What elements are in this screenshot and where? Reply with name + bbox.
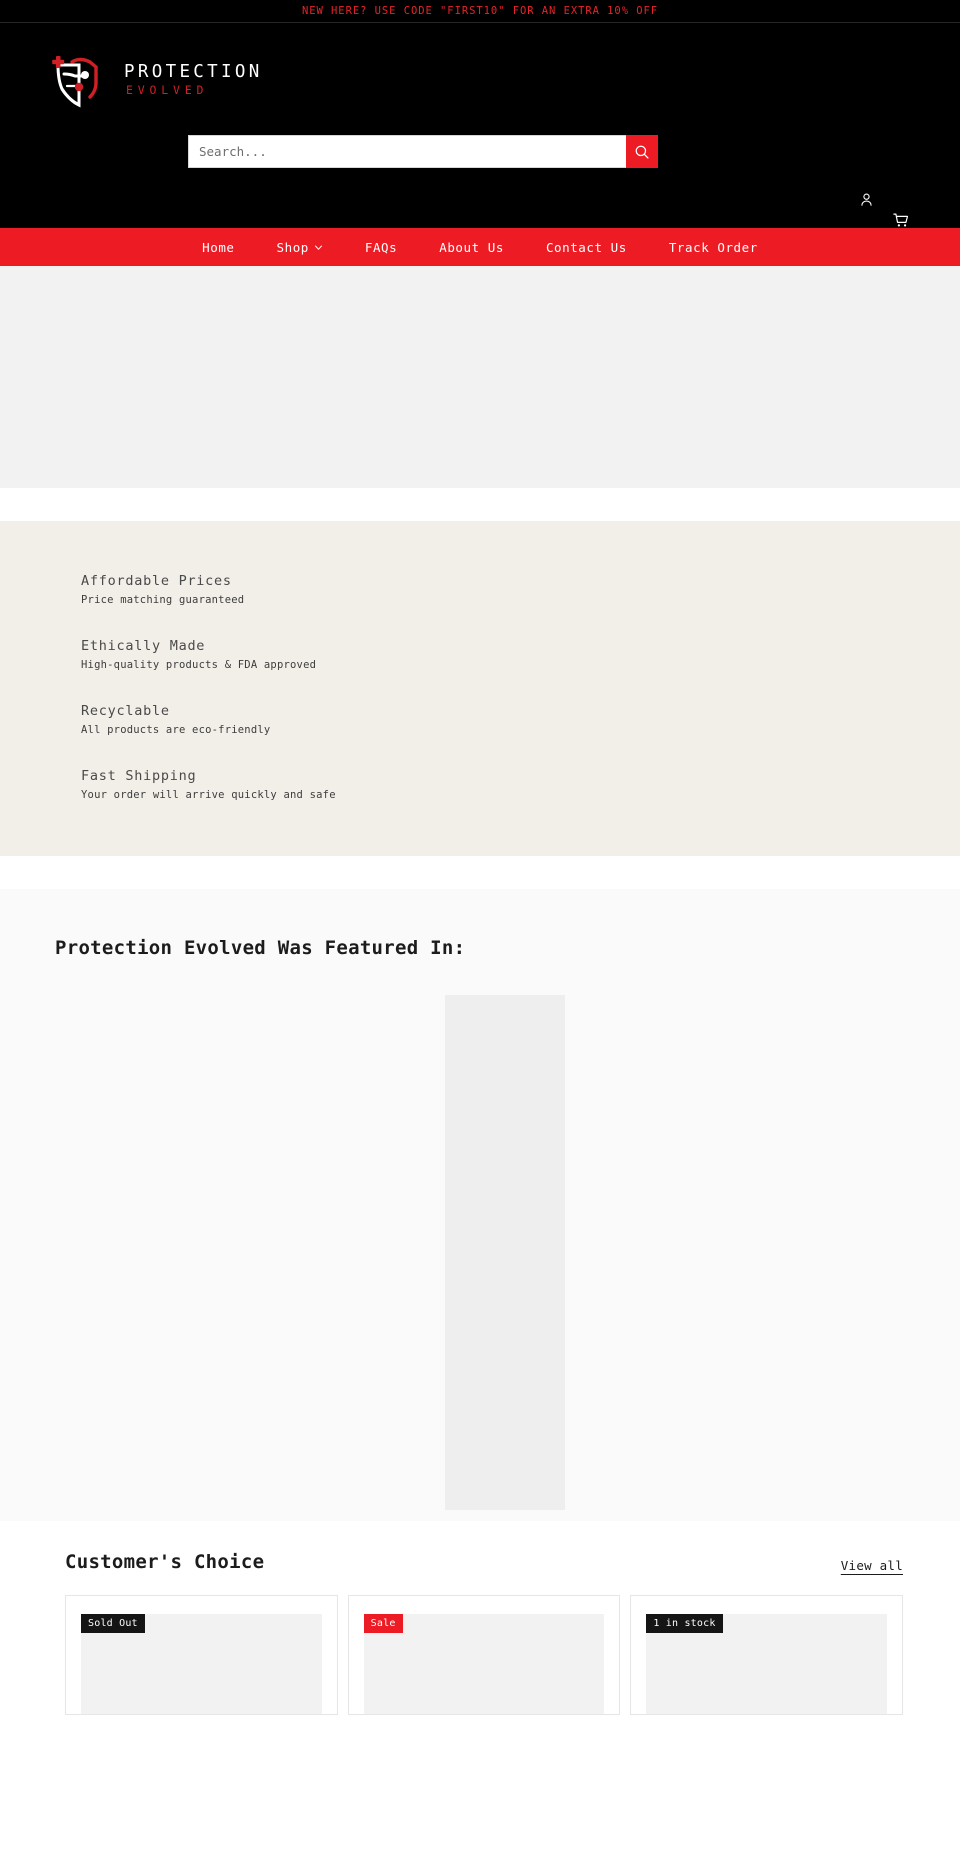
announcement-bar: NEW HERE? USE CODE "FIRST10" FOR AN EXTR…	[0, 0, 960, 23]
nav-label: Shop	[276, 239, 309, 255]
benefit-title: Fast Shipping	[81, 768, 197, 784]
shield-cross-logo-icon	[46, 49, 114, 117]
main-navigation: Home Shop FAQs About Us Contact Us Track…	[0, 227, 960, 266]
featured-in-section: Protection Evolved Was Featured In:	[0, 889, 960, 1521]
header-icon-group	[840, 183, 960, 227]
benefit-item-fast-shipping: Fast Shipping Your order will arrive qui…	[0, 766, 960, 804]
announcement-text: NEW HERE? USE CODE "FIRST10" FOR AN EXTR…	[301, 5, 659, 17]
status-badge: 1 in stock	[646, 1613, 723, 1633]
search-bar[interactable]	[188, 135, 658, 168]
account-button[interactable]	[858, 191, 875, 208]
section-spacer	[0, 488, 960, 521]
nav-item-faqs[interactable]: FAQs	[344, 240, 418, 255]
cart-button[interactable]	[892, 211, 910, 229]
benefit-subtitle: Your order will arrive quickly and safe	[81, 789, 336, 802]
logo[interactable]: PROTECTION EVOLVED	[46, 49, 263, 117]
nav-label: FAQs	[364, 239, 398, 255]
nav-item-contact-us[interactable]: Contact Us	[525, 240, 648, 255]
shopping-cart-icon	[892, 211, 910, 229]
customers-choice-header: Customer's Choice View all	[0, 1521, 960, 1576]
chevron-down-icon	[314, 243, 323, 252]
featured-in-title: Protection Evolved Was Featured In:	[55, 937, 466, 959]
product-card[interactable]: Sale	[347, 1594, 621, 1715]
section-spacer	[0, 856, 960, 889]
benefit-item-affordable-prices: Affordable Prices Price matching guarant…	[0, 571, 960, 609]
product-card[interactable]: Sold Out	[65, 1594, 338, 1715]
search-input[interactable]	[188, 135, 626, 168]
benefits-section: Affordable Prices Price matching guarant…	[0, 521, 960, 856]
benefit-item-ethically-made: Ethically Made High-quality products & F…	[0, 636, 960, 674]
benefit-subtitle: All products are eco-friendly	[81, 724, 271, 737]
nav-item-track-order[interactable]: Track Order	[648, 240, 779, 255]
logo-primary-text: PROTECTION	[124, 62, 263, 83]
search-submit-button[interactable]	[626, 135, 658, 168]
site-header: PROTECTION EVOLVED	[0, 23, 960, 227]
benefit-subtitle: High-quality products & FDA approved	[81, 659, 317, 672]
benefit-title: Recyclable	[81, 703, 170, 719]
status-badge: Sale	[363, 1613, 403, 1633]
customers-choice-title: Customer's Choice	[65, 1551, 265, 1573]
nav-item-home[interactable]: Home	[181, 240, 255, 255]
nav-label: Home	[202, 239, 235, 255]
nav-item-shop[interactable]: Shop	[256, 240, 344, 255]
nav-item-about-us[interactable]: About Us	[418, 240, 525, 255]
benefit-subtitle: Price matching guaranteed	[81, 594, 245, 607]
nav-label: About Us	[439, 239, 504, 255]
logo-wordmark: PROTECTION EVOLVED	[124, 62, 263, 103]
search-icon	[634, 144, 650, 160]
status-badge: Sold Out	[81, 1613, 145, 1633]
benefit-item-recyclable: Recyclable All products are eco-friendly	[0, 701, 960, 739]
view-all-link[interactable]: View all	[841, 1558, 903, 1576]
nav-label: Contact Us	[545, 239, 627, 255]
product-card-grid: Sold Out Sale 1 in stock	[0, 1576, 960, 1715]
benefit-title: Ethically Made	[81, 638, 206, 654]
person-icon	[858, 191, 875, 208]
hero-banner	[0, 266, 960, 488]
nav-label: Track Order	[668, 239, 758, 255]
featured-in-image	[445, 994, 565, 1510]
customers-choice-section: Customer's Choice View all Sold Out Sale…	[0, 1521, 960, 1721]
logo-secondary-text: EVOLVED	[126, 83, 209, 98]
product-card[interactable]: 1 in stock	[630, 1594, 904, 1715]
benefit-title: Affordable Prices	[81, 573, 232, 589]
